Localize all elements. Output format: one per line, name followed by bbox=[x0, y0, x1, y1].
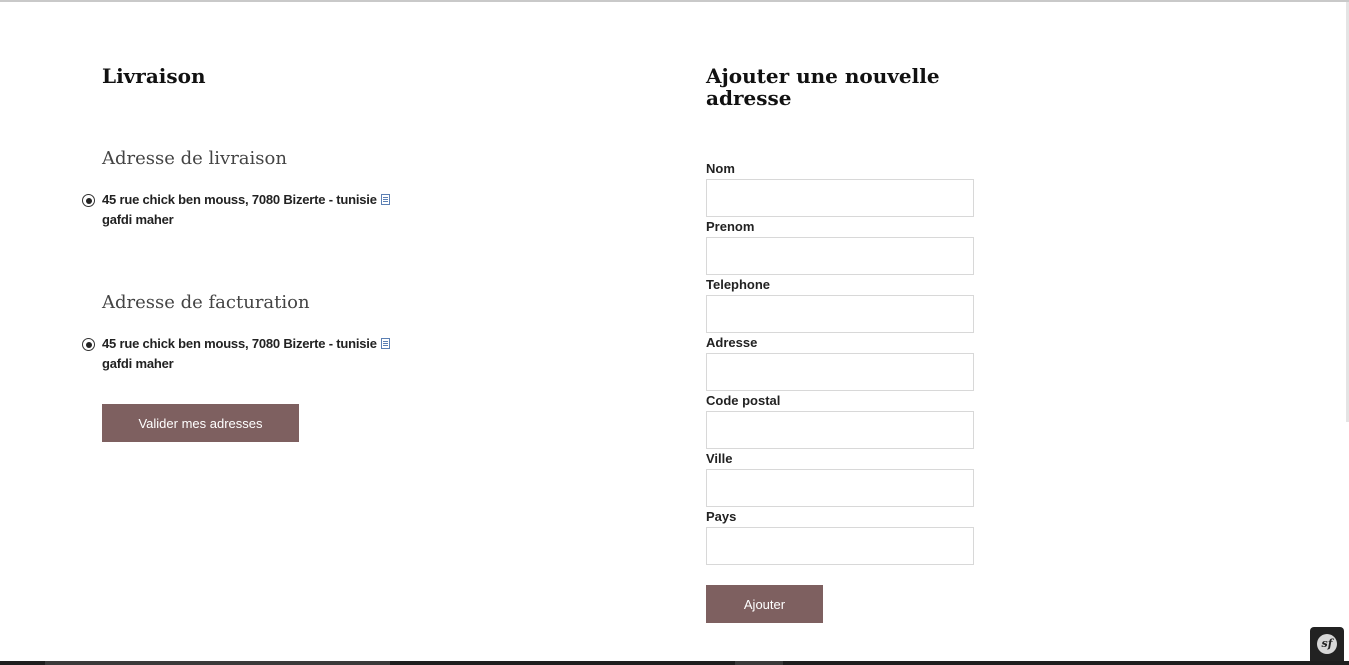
ville-label: Ville bbox=[706, 451, 733, 466]
debug-toolbar-toggle[interactable]: sf bbox=[1310, 627, 1344, 663]
billing-address-radio[interactable] bbox=[82, 338, 95, 351]
adresse-label: Adresse bbox=[706, 335, 758, 350]
adresse-input[interactable] bbox=[706, 353, 974, 391]
delivery-address-line1: 45 rue chick ben mouss, 7080 Bizerte - t… bbox=[102, 192, 377, 207]
pays-label: Pays bbox=[706, 509, 737, 524]
validate-addresses-button[interactable]: Valider mes adresses bbox=[102, 404, 299, 442]
nom-label: Nom bbox=[706, 161, 735, 176]
telephone-input[interactable] bbox=[706, 295, 974, 333]
bottom-bar-segment bbox=[735, 661, 783, 665]
livraison-title: Livraison bbox=[102, 64, 206, 88]
prenom-label: Prenom bbox=[706, 219, 755, 234]
symfony-icon: sf bbox=[1317, 634, 1337, 654]
billing-address-heading: Adresse de facturation bbox=[102, 292, 310, 313]
code-postal-input[interactable] bbox=[706, 411, 974, 449]
delivery-address-heading: Adresse de livraison bbox=[102, 148, 287, 169]
top-border bbox=[0, 0, 1349, 2]
bottom-bar bbox=[0, 661, 1349, 665]
telephone-label: Telephone bbox=[706, 277, 771, 292]
pays-input[interactable] bbox=[706, 527, 974, 565]
edit-icon[interactable] bbox=[380, 194, 390, 205]
new-address-title: Ajouter une nouvelle adresse bbox=[706, 64, 940, 110]
delivery-address-option[interactable]: 45 rue chick ben mouss, 7080 Bizerte - t… bbox=[102, 190, 390, 230]
prenom-input[interactable] bbox=[706, 237, 974, 275]
ville-input[interactable] bbox=[706, 469, 974, 507]
code-postal-label: Code postal bbox=[706, 393, 781, 408]
billing-address-option[interactable]: 45 rue chick ben mouss, 7080 Bizerte - t… bbox=[102, 334, 390, 374]
billing-address-name: gafdi maher bbox=[102, 356, 174, 371]
billing-address-line1: 45 rue chick ben mouss, 7080 Bizerte - t… bbox=[102, 336, 377, 351]
bottom-bar-segment bbox=[45, 661, 390, 665]
edit-icon[interactable] bbox=[380, 338, 390, 349]
delivery-address-radio[interactable] bbox=[82, 194, 95, 207]
nom-input[interactable] bbox=[706, 179, 974, 217]
add-address-button[interactable]: Ajouter bbox=[706, 585, 823, 623]
delivery-address-name: gafdi maher bbox=[102, 212, 174, 227]
